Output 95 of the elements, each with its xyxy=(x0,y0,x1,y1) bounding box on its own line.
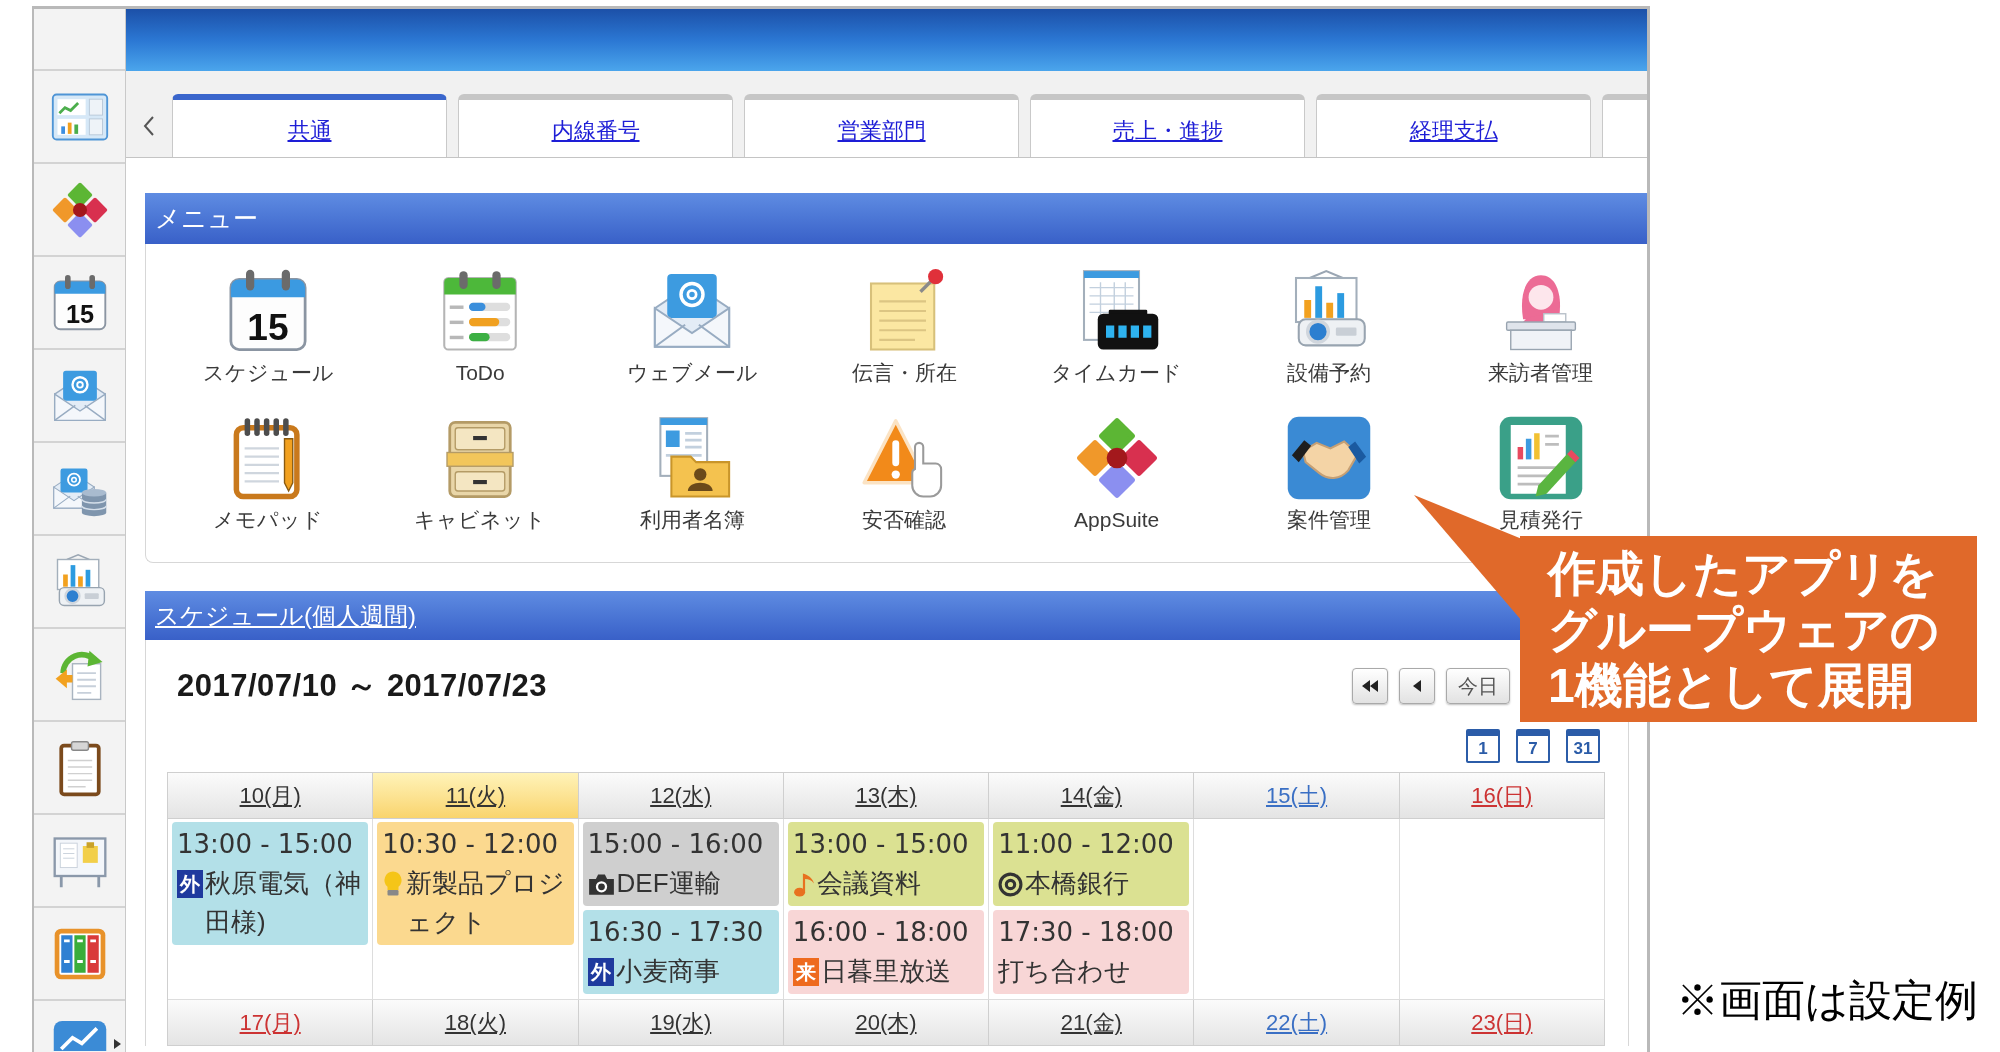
today-button[interactable]: 今日 xyxy=(1446,668,1510,704)
event-title: 日暮里放送 xyxy=(820,955,952,988)
app-button[interactable]: 設備予約 xyxy=(1222,264,1435,386)
day-cell[interactable] xyxy=(1399,819,1605,1000)
schedule-event[interactable]: 16:00 - 18:00 来 日暮里放送 xyxy=(787,910,985,994)
day-cell[interactable]: 13:00 - 15:00 外 秋原電気（神田様) xyxy=(168,819,374,1000)
event-title: 打ち合わせ xyxy=(998,955,1133,988)
app-button[interactable]: メモパッド xyxy=(162,411,375,533)
caret-right-icon xyxy=(114,1039,121,1049)
chevron-left-icon xyxy=(143,115,155,136)
day-link[interactable]: 15(土) xyxy=(1266,779,1328,812)
event-time: 16:00 - 18:00 xyxy=(792,916,970,949)
calendar-view-button[interactable]: 1 xyxy=(1466,729,1500,763)
tab[interactable]: 営業部門 xyxy=(744,94,1019,157)
day-cell[interactable]: 13:00 - 15:00 会議資料 16:00 - 18:00 来 日暮里放送 xyxy=(783,819,990,1000)
day-cell[interactable]: 10:30 - 12:00 新製品プロジェクト xyxy=(373,819,579,1000)
menu-title: メニュー xyxy=(155,202,258,234)
calendar-view-button[interactable]: 7 xyxy=(1516,729,1550,763)
day-link[interactable]: 22(土) xyxy=(1266,1006,1328,1039)
sidebar-button[interactable] xyxy=(34,164,125,257)
previous-week-button[interactable] xyxy=(1399,668,1435,704)
day-link[interactable]: 19(水) xyxy=(650,1006,712,1039)
tab[interactable]: 内線番号 xyxy=(458,94,733,157)
sidebar-button[interactable] xyxy=(34,722,125,815)
day-cell[interactable]: 15:00 - 16:00 DEF運輸 16:30 - 17:30 外 小麦商事 xyxy=(578,819,784,1000)
app-button[interactable]: キャビネット xyxy=(374,411,587,533)
event-time: 10:30 - 12:00 xyxy=(382,828,560,861)
schedule-event[interactable]: 16:30 - 17:30 外 小麦商事 xyxy=(582,910,779,994)
event-title: 秋原電気（神田様) xyxy=(205,867,362,939)
event-title: 本橋銀行 xyxy=(1025,867,1131,900)
sidebar-button[interactable]: 15 xyxy=(34,257,125,350)
day-link[interactable]: 20(木) xyxy=(855,1006,917,1039)
day-link[interactable]: 14(金) xyxy=(1060,779,1122,812)
first-week-button[interactable] xyxy=(1352,668,1388,704)
schedule-event[interactable]: 17:30 - 18:00 打ち合わせ xyxy=(993,910,1190,994)
sidebar-button[interactable] xyxy=(34,908,125,1001)
date-range: 2017/07/10 ～ 2017/07/23 xyxy=(176,666,548,705)
schedule-event[interactable]: 15:00 - 16:00 DEF運輸 xyxy=(582,822,779,906)
sidebar-button[interactable] xyxy=(34,71,125,164)
event-time: 11:00 - 12:00 xyxy=(998,828,1175,861)
app-button[interactable]: AppSuite xyxy=(1010,411,1223,533)
schedule-event[interactable]: 10:30 - 12:00 新製品プロジェクト xyxy=(377,822,574,945)
calendar-view-button[interactable]: 31 xyxy=(1566,729,1600,763)
day-link[interactable]: 21(金) xyxy=(1060,1006,1122,1039)
schedule-event[interactable]: 13:00 - 15:00 外 秋原電気（神田様) xyxy=(172,822,369,945)
sidebar-button[interactable] xyxy=(34,1001,125,1052)
day-link[interactable]: 23(日) xyxy=(1471,1006,1533,1039)
tab[interactable]: 売上・進捗 xyxy=(1030,94,1305,157)
schedule-event[interactable]: 13:00 - 15:00 会議資料 xyxy=(787,822,985,906)
category-tag: 来 xyxy=(792,958,819,986)
app-button[interactable]: 利用者名簿 xyxy=(586,411,799,533)
schedule-event[interactable]: 11:00 - 12:00 本橋銀行 xyxy=(993,822,1190,906)
callout-text: 作成したアプリを xyxy=(1548,546,1938,602)
event-time: 16:30 - 17:30 xyxy=(587,916,765,949)
footnote: ※画面は設定例 xyxy=(1676,974,1978,1026)
event-time: 17:30 - 18:00 xyxy=(998,916,1175,949)
tab[interactable]: 経理支払 xyxy=(1316,94,1591,157)
event-title: DEF運輸 xyxy=(616,867,722,900)
double-caret-left-icon xyxy=(1362,680,1378,692)
event-time: 15:00 - 16:00 xyxy=(587,828,765,861)
event-time: 13:00 - 15:00 xyxy=(792,828,970,861)
day-link[interactable]: 11(火) xyxy=(445,779,506,812)
category-tag: 外 xyxy=(177,870,203,898)
app-button[interactable]: タイムカード xyxy=(1010,264,1223,386)
day-link[interactable]: 17(月) xyxy=(239,1006,301,1039)
day-link[interactable]: 10(月) xyxy=(239,779,301,812)
day-link[interactable]: 16(日) xyxy=(1471,779,1533,812)
target-icon xyxy=(998,872,1024,897)
app-button[interactable]: 来訪者管理 xyxy=(1434,264,1647,386)
camera-icon xyxy=(587,873,615,896)
light-bulb-icon xyxy=(382,870,405,897)
caret-left-icon xyxy=(1413,680,1421,692)
app-button[interactable]: 15 スケジュール xyxy=(162,264,375,386)
day-link[interactable]: 12(水) xyxy=(650,779,712,812)
callout-text: 1機能として展開 xyxy=(1548,658,1914,714)
day-link[interactable]: 18(火) xyxy=(444,1006,506,1039)
callout-text: グループウェアの xyxy=(1548,602,1939,658)
app-button[interactable]: ウェブメール xyxy=(586,264,799,386)
event-title: 会議資料 xyxy=(816,867,922,900)
event-title: 新製品プロジェクト xyxy=(406,867,567,939)
day-cell[interactable]: 11:00 - 12:00 本橋銀行 17:30 - 18:00 打ち合わせ xyxy=(989,819,1195,1000)
category-tag: 外 xyxy=(587,958,614,986)
event-time: 13:00 - 15:00 xyxy=(177,828,354,861)
music-note-icon xyxy=(792,871,815,898)
tab[interactable]: 共通 xyxy=(172,94,447,157)
app-button[interactable]: 案件管理 xyxy=(1222,411,1435,533)
day-link[interactable]: 13(木) xyxy=(855,779,917,812)
schedule-title-link[interactable]: スケジュール(個人週間) xyxy=(155,597,416,634)
app-button[interactable]: ToDo xyxy=(374,264,587,386)
app-button[interactable]: 伝言・所在 xyxy=(798,264,1011,386)
event-title: 小麦商事 xyxy=(615,955,721,988)
sidebar-button[interactable] xyxy=(34,536,125,629)
tab[interactable] xyxy=(1602,94,1647,157)
app-button[interactable]: 安否確認 xyxy=(798,411,1011,533)
day-cell[interactable] xyxy=(1194,819,1400,1000)
